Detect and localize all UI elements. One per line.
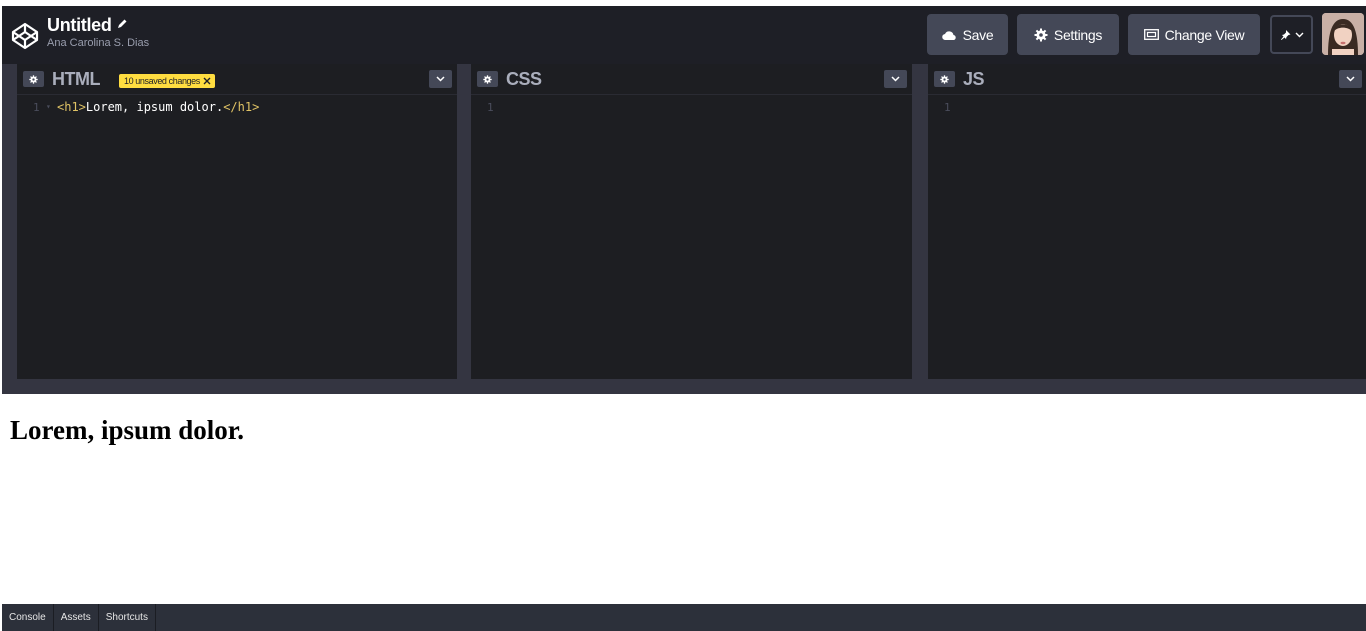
close-icon[interactable] [203, 77, 211, 85]
chevron-down-icon [436, 76, 445, 82]
html-collapse-button[interactable] [429, 70, 452, 88]
css-editor-pane: CSS 1 [471, 64, 912, 379]
html-settings-button[interactable] [23, 71, 44, 87]
html-editor-pane: HTML 10 unsaved changes 1 ▾ <h1>Lorem, i… [17, 64, 457, 379]
css-editor-title: CSS [506, 69, 542, 89]
js-editor-title: JS [963, 69, 985, 89]
result-preview[interactable]: Lorem, ipsum dolor. [2, 395, 1366, 603]
js-editor-pane: JS 1 [928, 64, 1366, 379]
code-line: 1 [928, 100, 1366, 116]
pin-icon [1280, 29, 1290, 40]
close-tag: </h1> [223, 100, 260, 114]
pen-owner[interactable]: Ana Carolina S. Dias [47, 37, 149, 49]
app-header: Untitled Ana Carolina S. Dias Save Setti… [2, 6, 1366, 64]
cloud-icon [941, 30, 956, 40]
code-line: 1 [471, 100, 912, 116]
code-text: <h1>Lorem, ipsum dolor.</h1> [57, 100, 259, 114]
change-view-label: Change View [1164, 26, 1245, 43]
css-code-editor[interactable]: 1 [471, 100, 912, 116]
gear-icon [29, 74, 38, 84]
tag-content: Lorem, ipsum dolor. [85, 100, 224, 114]
html-editor-header: HTML 10 unsaved changes [17, 64, 457, 95]
editors-area: HTML 10 unsaved changes 1 ▾ <h1>Lorem, i… [2, 64, 1366, 394]
codepen-logo-icon[interactable] [10, 21, 40, 51]
js-code-editor[interactable]: 1 [928, 100, 1366, 116]
fold-arrow-icon[interactable]: ▾ [46, 102, 51, 111]
html-code-editor[interactable]: 1 ▾ <h1>Lorem, ipsum dolor.</h1> [17, 100, 457, 116]
pencil-icon[interactable] [116, 18, 128, 30]
js-collapse-button[interactable] [1339, 70, 1362, 88]
chevron-down-icon [891, 76, 900, 82]
css-editor-header: CSS [471, 64, 912, 95]
save-button[interactable]: Save [927, 14, 1008, 55]
gear-icon [940, 74, 949, 84]
open-tag: <h1> [57, 100, 86, 114]
pen-title[interactable]: Untitled [47, 15, 112, 36]
unsaved-changes-label: 10 unsaved changes [124, 76, 200, 86]
footer-bar: Console Assets Shortcuts [2, 604, 1366, 631]
settings-button[interactable]: Settings [1017, 14, 1119, 55]
change-view-button[interactable]: Change View [1128, 14, 1260, 55]
unsaved-changes-badge[interactable]: 10 unsaved changes [119, 74, 215, 88]
preview-heading: Lorem, ipsum dolor. [10, 415, 245, 445]
layout-icon [1143, 29, 1159, 40]
avatar-image [1322, 13, 1364, 55]
js-settings-button[interactable] [934, 71, 955, 87]
code-line: 1 ▾ <h1>Lorem, ipsum dolor.</h1> [17, 100, 457, 116]
gear-icon [483, 74, 492, 84]
user-avatar[interactable] [1322, 13, 1364, 55]
save-label: Save [962, 26, 994, 43]
gear-icon [1034, 28, 1048, 41]
console-button[interactable]: Console [2, 604, 54, 631]
pen-title-block: Untitled Ana Carolina S. Dias [47, 15, 149, 49]
chevron-down-icon [1346, 76, 1355, 82]
pinned-items-button[interactable] [1270, 15, 1313, 54]
assets-button[interactable]: Assets [54, 604, 99, 631]
css-settings-button[interactable] [477, 71, 498, 87]
css-collapse-button[interactable] [884, 70, 907, 88]
line-number: 1 [944, 101, 951, 114]
chevron-down-icon [1295, 32, 1303, 37]
line-number: 1 [487, 101, 494, 114]
shortcuts-button[interactable]: Shortcuts [99, 604, 156, 631]
js-editor-header: JS [928, 64, 1366, 95]
line-number: 1 [33, 101, 40, 114]
settings-label: Settings [1053, 26, 1103, 43]
html-editor-title: HTML [52, 69, 100, 89]
